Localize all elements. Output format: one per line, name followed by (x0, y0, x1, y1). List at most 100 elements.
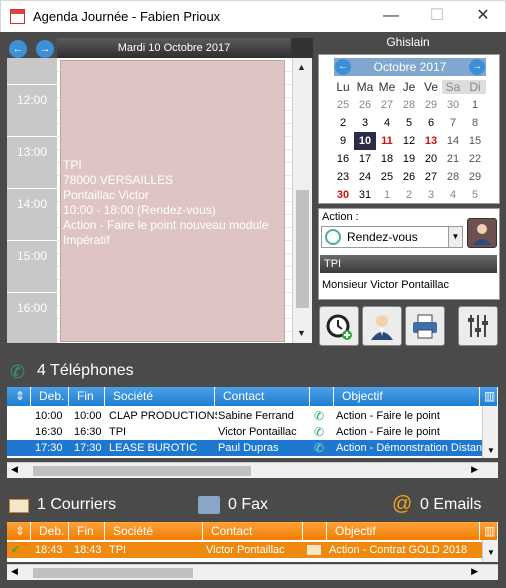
sort-icon[interactable]: ⇕ (7, 387, 31, 406)
cell-contact: Victor Pontaillac (206, 544, 285, 556)
calendar-day[interactable]: 19 (398, 150, 420, 168)
calendar-day[interactable]: 29 (420, 96, 442, 114)
user-icon[interactable] (467, 218, 497, 248)
calendar-day[interactable]: 18 (376, 150, 398, 168)
calendar-day[interactable]: 28 (398, 96, 420, 114)
calendar-day[interactable]: 4 (376, 114, 398, 132)
calendar-day[interactable]: 21 (442, 150, 464, 168)
scroll-down-icon[interactable]: ▼ (487, 548, 495, 557)
calendar-day[interactable]: 2 (398, 186, 420, 204)
scroll-right-icon[interactable]: ▶ (471, 464, 478, 475)
settings-button[interactable] (458, 306, 498, 346)
calendar-day[interactable]: 8 (464, 114, 486, 132)
calendar-day[interactable]: 29 (464, 168, 486, 186)
col-contact[interactable]: Contact (215, 387, 310, 406)
appt-company: TPI (63, 158, 82, 172)
calendar-day[interactable]: 3 (354, 114, 376, 132)
calendar-day[interactable]: 1 (376, 186, 398, 204)
calendar-day[interactable]: 30 (442, 96, 464, 114)
calendar-day[interactable]: 16 (332, 150, 354, 168)
calendar-day[interactable]: 7 (442, 114, 464, 132)
maximize-button[interactable]: ☐ (414, 1, 460, 32)
scroll-thumb[interactable] (296, 190, 309, 308)
table-row-selected[interactable]: 17:30 17:30 LEASE BUROTIC Paul Dupras ✆ … (7, 440, 490, 456)
col-deb[interactable]: Deb. (31, 387, 69, 406)
calendar-day[interactable]: 5 (464, 186, 486, 204)
col-societe[interactable]: Société (105, 522, 203, 541)
calendar-month: Octobre 2017 (373, 60, 447, 74)
calendar-day[interactable]: 4 (442, 186, 464, 204)
calendar-day[interactable]: 14 (442, 132, 464, 150)
weekday-label: Lu (336, 80, 350, 94)
scroll-right-icon[interactable]: ▶ (471, 566, 478, 577)
col-type[interactable] (303, 522, 327, 541)
calendar-day[interactable]: 27 (376, 96, 398, 114)
col-fin[interactable]: Fin (69, 522, 105, 541)
appointment-block[interactable]: TPI 78000 VERSAILLES Pontaillac Victor 1… (60, 60, 285, 342)
col-type[interactable] (310, 387, 334, 406)
print-button[interactable] (405, 306, 445, 346)
calendar-day[interactable]: 6 (420, 114, 442, 132)
calendar-day[interactable]: 12 (398, 132, 420, 150)
calendar-day[interactable]: 13 (420, 132, 442, 150)
calendar-day[interactable]: 24 (354, 168, 376, 186)
col-objectif[interactable]: Objectif (327, 522, 480, 541)
agenda-scrollbar[interactable]: ▲ ▼ (292, 58, 312, 343)
calendar-day[interactable]: 28 (442, 168, 464, 186)
calendar-day[interactable]: 9 (332, 132, 354, 150)
calendar-day[interactable]: 23 (332, 168, 354, 186)
calendar-day[interactable]: 5 (398, 114, 420, 132)
table-row-selected[interactable]: ✔ 18:43 18:43 TPI Victor Pontaillac Acti… (7, 542, 490, 558)
phone-icon: ✆ (10, 362, 26, 382)
table-row[interactable]: 10:00 10:00 CLAP PRODUCTIONS Sabine Ferr… (7, 408, 490, 424)
calendar-day[interactable]: 3 (420, 186, 442, 204)
contact-person-icon (371, 315, 393, 340)
trash-icon[interactable]: ▥ (480, 387, 498, 406)
col-societe[interactable]: Société (105, 387, 215, 406)
col-contact[interactable]: Contact (203, 522, 303, 541)
scroll-up-icon[interactable]: ▲ (297, 62, 306, 72)
calendar-day[interactable]: 22 (464, 150, 486, 168)
calendar-day[interactable]: 31 (354, 186, 376, 204)
scroll-thumb[interactable] (33, 568, 193, 578)
minimize-button[interactable]: — (368, 1, 414, 32)
calendar-day[interactable]: 25 (376, 168, 398, 186)
close-button[interactable]: ✕ (460, 1, 506, 32)
scroll-down-icon[interactable]: ▼ (487, 446, 495, 455)
calendar-day[interactable]: 26 (398, 168, 420, 186)
table-row[interactable]: 16:30 16:30 TPI Victor Pontaillac ✆ Acti… (7, 424, 490, 440)
calendar-day[interactable]: 30 (332, 186, 354, 204)
col-deb[interactable]: Deb. (31, 522, 69, 541)
calendar-day[interactable]: 1 (464, 96, 486, 114)
calendar-day-selected[interactable]: 10 (354, 132, 376, 150)
telephones-vscroll[interactable]: ▼ (482, 406, 498, 458)
new-alarm-button[interactable] (319, 306, 359, 346)
prev-day-button[interactable]: ← (9, 40, 27, 58)
calendar-day[interactable]: 11 (376, 132, 398, 150)
next-month-icon[interactable]: → (469, 59, 485, 75)
telephones-hscroll[interactable]: ◀ ▶ (7, 462, 498, 478)
courriers-vscroll[interactable]: ▼ (482, 540, 498, 562)
col-fin[interactable]: Fin (69, 387, 105, 406)
hour-label: 13:00 (7, 136, 57, 188)
calendar-day[interactable]: 15 (464, 132, 486, 150)
action-select[interactable]: Rendez-vous ▼ (321, 226, 463, 248)
calendar-day[interactable]: 2 (332, 114, 354, 132)
scroll-down-icon[interactable]: ▼ (297, 328, 306, 338)
col-objectif[interactable]: Objectif (334, 387, 480, 406)
sort-icon[interactable]: ⇕ (7, 522, 31, 541)
trash-icon[interactable]: ▥ (480, 522, 498, 541)
next-day-button[interactable]: → (36, 40, 54, 58)
scroll-left-icon[interactable]: ◀ (11, 464, 18, 475)
chevron-down-icon[interactable]: ▼ (448, 227, 462, 247)
fax-heading: 0 Fax (228, 496, 269, 513)
calendar-day[interactable]: 27 (420, 168, 442, 186)
calendar-day[interactable]: 25 (332, 96, 354, 114)
courriers-hscroll[interactable]: ◀ ▶ (7, 564, 498, 580)
contact-button[interactable] (362, 306, 402, 346)
scroll-left-icon[interactable]: ◀ (11, 566, 18, 577)
calendar-day[interactable]: 17 (354, 150, 376, 168)
calendar-day[interactable]: 26 (354, 96, 376, 114)
calendar-day[interactable]: 20 (420, 150, 442, 168)
scroll-thumb[interactable] (33, 466, 251, 476)
